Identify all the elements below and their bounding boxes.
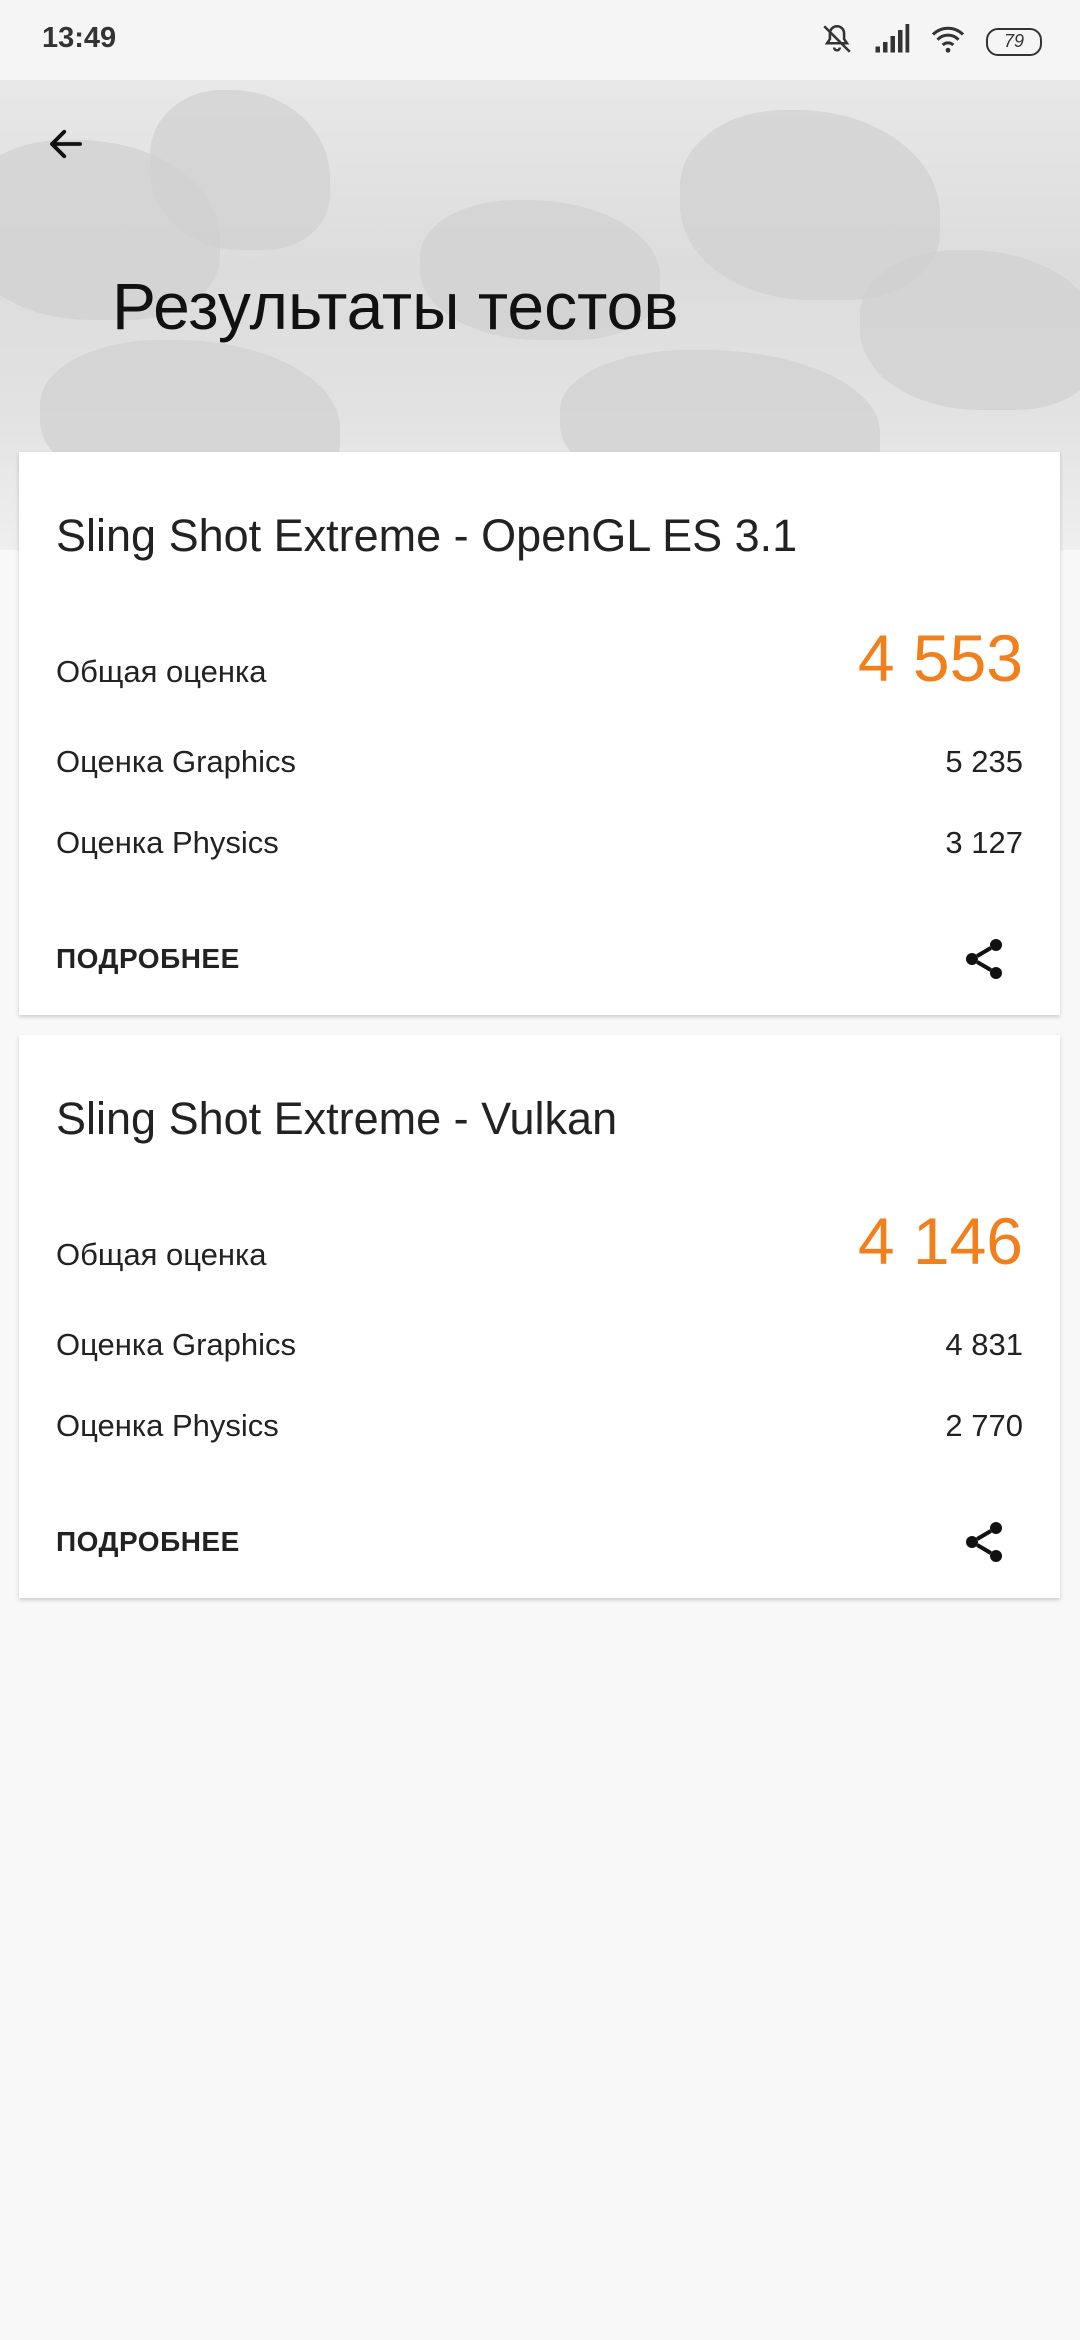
wifi-icon [930, 24, 966, 59]
status-bar: 13:49 79 [0, 0, 1080, 80]
status-time: 13:49 [42, 22, 117, 54]
total-score-label: Общая оценка [56, 1237, 267, 1272]
status-icons: 79 [820, 22, 1042, 61]
page-title: Результаты тестов [112, 269, 679, 343]
graphics-score-label: Оценка Graphics [56, 744, 297, 779]
card-title: Sling Shot Extreme - Vulkan [56, 1093, 618, 1144]
total-score-value: 4 553 [857, 621, 1023, 695]
back-button[interactable] [40, 118, 92, 170]
rock-decoration [150, 90, 330, 250]
total-score-label: Общая оценка [56, 654, 267, 689]
share-button[interactable] [956, 1514, 1012, 1570]
total-score-value: 4 146 [857, 1204, 1023, 1278]
details-button[interactable]: ПОДРОБНЕЕ [56, 1526, 240, 1558]
share-button[interactable] [956, 931, 1012, 987]
graphics-score-label: Оценка Graphics [56, 1327, 297, 1362]
share-icon [966, 1522, 1002, 1562]
physics-score-label: Оценка Physics [56, 825, 279, 860]
card-title: Sling Shot Extreme - OpenGL ES 3.1 [56, 510, 798, 561]
graphics-score-value: 4 831 [945, 1327, 1023, 1362]
physics-score-value: 3 127 [945, 825, 1023, 860]
physics-score-label: Оценка Physics [56, 1408, 279, 1443]
result-card-vulkan: Sling Shot Extreme - Vulkan Общая оценка… [19, 1035, 1060, 1598]
battery-icon: 79 [986, 27, 1042, 56]
details-button[interactable]: ПОДРОБНЕЕ [56, 943, 240, 975]
rock-decoration [860, 250, 1080, 410]
physics-score-value: 2 770 [945, 1408, 1023, 1443]
battery-level: 79 [1003, 31, 1025, 51]
graphics-score-value: 5 235 [945, 744, 1023, 779]
result-card-opengl: Sling Shot Extreme - OpenGL ES 3.1 Общая… [19, 452, 1060, 1015]
arrow-left-icon [50, 129, 82, 159]
mute-icon [820, 22, 854, 61]
signal-icon [874, 24, 910, 59]
share-icon [966, 939, 1002, 979]
